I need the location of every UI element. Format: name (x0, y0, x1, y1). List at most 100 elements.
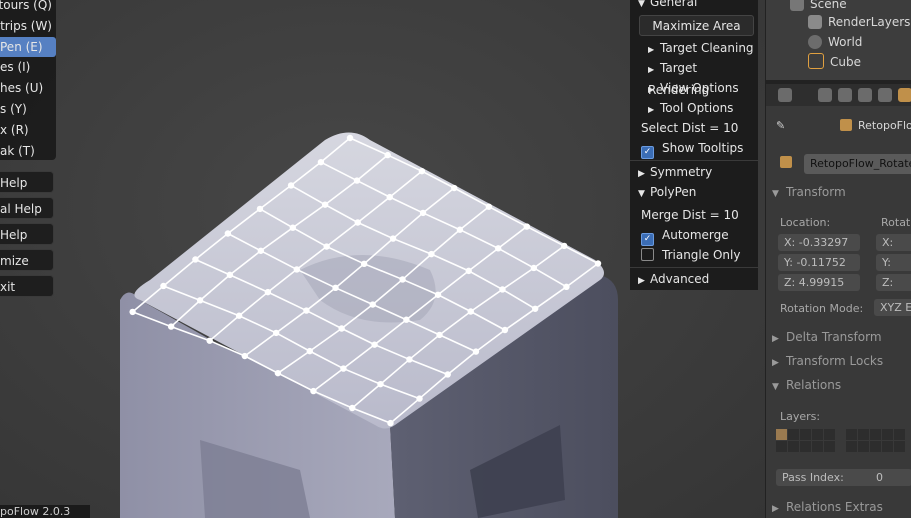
mesh-vertex (501, 326, 509, 334)
divider (630, 160, 758, 161)
outliner-cube[interactable]: Cube (808, 52, 861, 72)
mesh-vertex (369, 301, 376, 308)
tool-menu-item[interactable]: s (Y) (0, 99, 56, 119)
select-dist-field[interactable]: Select Dist = 10 (630, 118, 758, 138)
view-options-item[interactable]: ▶ View Options (630, 78, 758, 98)
layers-tab-icon[interactable] (838, 88, 852, 102)
tool-menu-button[interactable]: mize (0, 249, 54, 271)
mesh-vertex (451, 184, 458, 192)
layer-toggle[interactable] (812, 441, 823, 452)
triangle-right-icon: ▶ (648, 105, 655, 114)
mesh-vertex (224, 230, 232, 237)
retopoflow-options-panel: ▼ General Maximize Area ▶ Target Cleaning … (630, 0, 758, 290)
properties-editor: ✎ RetopoFlow RetopoFlow_Rotate ▼Transfor… (765, 84, 911, 518)
layer-toggle[interactable] (858, 429, 869, 440)
layer-toggle[interactable] (882, 429, 893, 440)
mesh-vertex (289, 224, 297, 231)
layer-toggle[interactable] (812, 429, 823, 440)
target-cleaning-item[interactable]: ▶ Target Cleaning (630, 38, 758, 58)
mesh-vertex (456, 226, 464, 233)
layer-toggle[interactable] (800, 441, 811, 452)
tool-menu-item[interactable]: tours (Q) (0, 0, 56, 15)
tool-menu-button[interactable]: al Help (0, 197, 54, 219)
tool-menu-button[interactable]: xit (0, 275, 54, 297)
location-z-field[interactable]: Z: 4.99915 (778, 274, 860, 291)
layer-toggle[interactable] (788, 441, 799, 452)
scene-tab-icon[interactable] (858, 88, 872, 102)
mesh-vertex (531, 305, 539, 312)
mesh-vertex (264, 288, 272, 296)
layer-toggle[interactable] (894, 429, 905, 440)
layer-toggle[interactable] (846, 441, 857, 452)
triangle-only-checkbox[interactable]: Triangle Only (630, 245, 758, 265)
transform-header[interactable]: ▼ Transform (772, 181, 911, 203)
mesh-vertex (465, 267, 472, 275)
tool-menu-item[interactable]: ak (T) (0, 141, 56, 161)
render-layers-icon (808, 15, 822, 29)
object-name-field[interactable]: RetopoFlow_Rotate (804, 154, 911, 174)
tool-menu-item[interactable]: Strips (W) (0, 16, 56, 36)
merge-dist-field[interactable]: Merge Dist = 10 (630, 205, 758, 225)
3d-viewport[interactable]: tours (Q)Strips (W)Pen (E)es (I)hes (U)s… (0, 0, 765, 518)
rotation-z-field[interactable]: Z: (876, 274, 911, 291)
layer-toggle[interactable] (824, 441, 835, 452)
rotation-mode-label: Rotation Mode: (780, 302, 864, 315)
mesh-vertex (360, 260, 368, 268)
layer-toggle[interactable] (776, 441, 787, 452)
rotation-x-field[interactable]: X: (876, 234, 911, 251)
advanced-header[interactable]: ▶ Advanced (630, 269, 758, 289)
outliner-render-layers[interactable]: RenderLayers (808, 12, 910, 32)
delta-transform-header[interactable]: ▶ Delta Transform (772, 326, 911, 348)
rotation-mode-select[interactable]: XYZ E (874, 299, 911, 316)
tool-menu-item[interactable]: x (R) (0, 120, 56, 140)
menu-icon[interactable] (778, 88, 792, 102)
tool-options-item[interactable]: ▶ Tool Options (630, 98, 758, 118)
world-tab-icon[interactable] (878, 88, 892, 102)
transform-locks-header[interactable]: ▶ Transform Locks (772, 350, 911, 372)
layer-toggle[interactable] (824, 429, 835, 440)
layer-toggle[interactable] (846, 429, 857, 440)
tool-menu-item[interactable]: Pen (E) (0, 36, 56, 57)
target-rendering-item[interactable]: ▶ Target Rendering (630, 58, 758, 97)
mesh-vertex (384, 151, 391, 159)
mesh-vertex (293, 266, 301, 273)
layer-toggle[interactable] (776, 429, 787, 440)
layer-toggle[interactable] (870, 429, 881, 440)
general-header[interactable]: ▼ General (630, 0, 758, 12)
layer-toggle[interactable] (894, 441, 905, 452)
triangle-right-icon: ▶ (772, 334, 779, 344)
mesh-vertex (332, 284, 339, 292)
tool-menu-item[interactable]: es (I) (0, 57, 56, 77)
mesh-vertex (323, 243, 330, 250)
relations-extras-header[interactable]: ▶ Relations Extras (772, 496, 911, 518)
mesh-vertex (436, 331, 443, 339)
layer-toggle[interactable] (882, 441, 893, 452)
mesh-vertex (306, 347, 313, 355)
relations-header[interactable]: ▼ Relations (772, 374, 911, 396)
pass-index-field[interactable]: Pass Index: 0 (776, 469, 911, 486)
maximize-area-button[interactable]: Maximize Area (639, 15, 754, 36)
tool-menu-button[interactable]: Help (0, 223, 54, 245)
version-label: poFlow 2.0.3 (0, 505, 90, 518)
tool-menu-button[interactable]: Help (0, 171, 54, 193)
location-x-field[interactable]: X: -0.33297 (778, 234, 860, 251)
layer-toggle[interactable] (870, 441, 881, 452)
triangle-right-icon: ▶ (772, 504, 779, 514)
rotation-y-field[interactable]: Y: (876, 254, 911, 271)
pin-icon[interactable]: ✎ (776, 119, 785, 132)
object-tab-icon[interactable] (898, 88, 911, 102)
mesh-vertex (560, 242, 568, 250)
mesh-vertex (419, 209, 427, 217)
render-tab-icon[interactable] (818, 88, 832, 102)
polypen-header[interactable]: ▼ PolyPen (630, 182, 758, 202)
symmetry-header[interactable]: ▶ Symmetry (630, 162, 758, 182)
outliner-world[interactable]: World (808, 32, 862, 52)
show-tooltips-checkbox[interactable]: ✓ Show Tooltips (630, 138, 758, 159)
location-y-field[interactable]: Y: -0.11752 (778, 254, 860, 271)
tool-menu-item[interactable]: hes (U) (0, 78, 56, 98)
rotation-label: Rotatio (881, 216, 911, 229)
layer-toggle[interactable] (788, 429, 799, 440)
layer-toggle[interactable] (858, 441, 869, 452)
layer-toggle[interactable] (800, 429, 811, 440)
automerge-checkbox[interactable]: ✓ Automerge (630, 225, 758, 246)
